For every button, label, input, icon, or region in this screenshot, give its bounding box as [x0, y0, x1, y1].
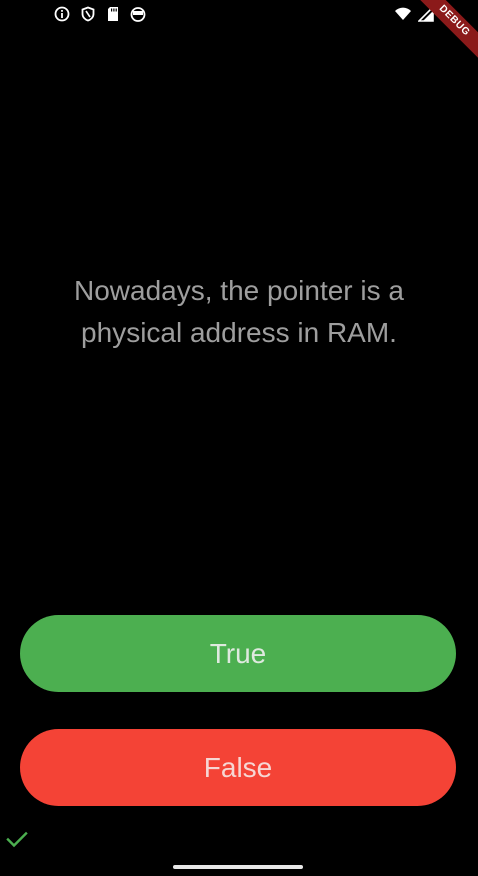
status-left-icons [54, 6, 146, 22]
true-button-label: True [209, 637, 267, 669]
info-icon [54, 6, 70, 22]
android-icon [130, 6, 146, 22]
question-text: Nowadays, the pointer is a physical addr… [74, 275, 404, 348]
check-icon [4, 826, 30, 857]
true-button[interactable]: True [20, 615, 456, 692]
sd-card-icon [106, 6, 120, 22]
score-keeper [4, 826, 30, 857]
false-button[interactable]: False [20, 729, 456, 806]
status-right-icons [394, 5, 434, 27]
home-indicator[interactable] [173, 865, 303, 869]
shield-icon [80, 6, 96, 22]
false-button-label: False [203, 751, 273, 783]
status-bar: DEBUG [0, 0, 478, 63]
wifi-icon [394, 6, 412, 27]
